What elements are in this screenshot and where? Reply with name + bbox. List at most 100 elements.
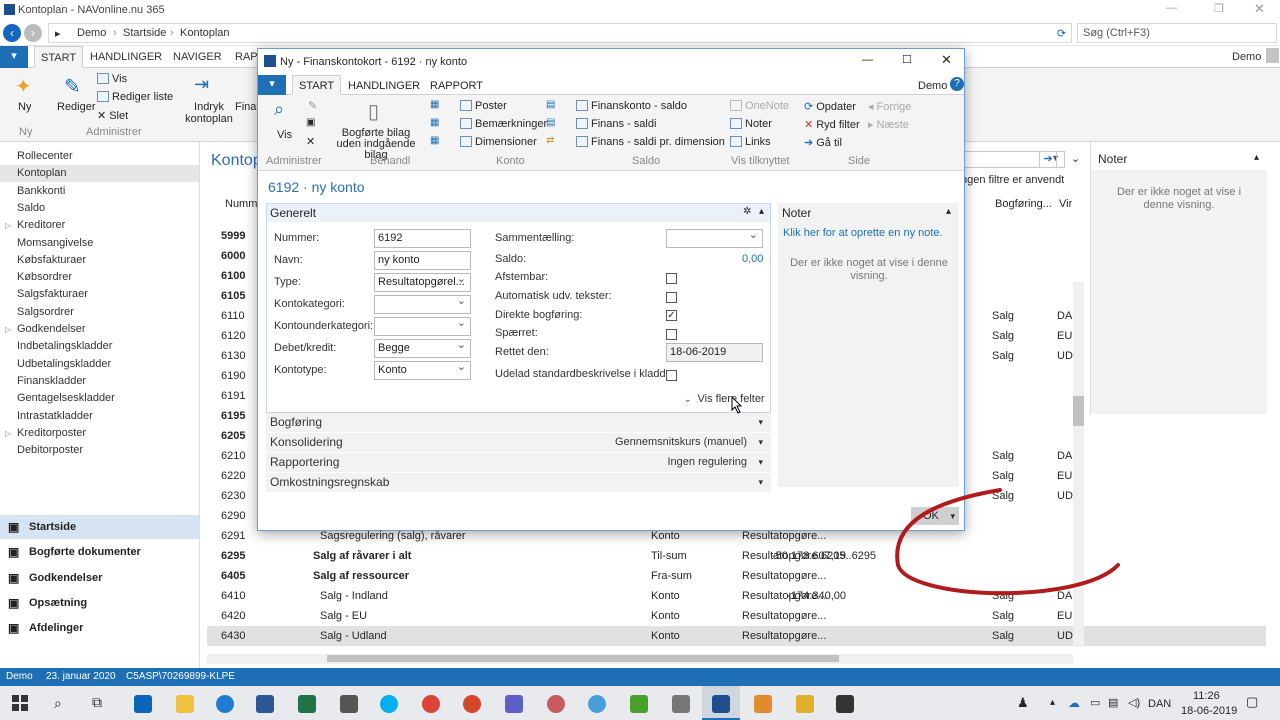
minimize-icon[interactable]: — [1166, 2, 1177, 14]
clock-time[interactable]: 11:26 [1193, 690, 1220, 702]
status-date[interactable]: 23. januar 2020 [46, 671, 116, 682]
status-company[interactable]: Demo [6, 671, 33, 682]
people-icon[interactable]: ♟ [1017, 695, 1029, 711]
autotekst-checkbox[interactable] [666, 292, 677, 303]
sidebar-item[interactable]: Kontoplan [0, 165, 199, 183]
table-row[interactable]: 6430 Salg - Udland Konto Resultatopgøre.… [207, 626, 1266, 646]
kontounderkategori-select[interactable] [374, 317, 471, 336]
outlook-icon[interactable] [134, 695, 152, 713]
sidebar-item[interactable]: Indbetalingskladder [0, 338, 199, 355]
dimensions-button[interactable]: Dimensioner [460, 136, 537, 148]
sidebar-item[interactable]: Finanskladder [0, 373, 199, 390]
refresh-icon[interactable]: ⟳ [1057, 27, 1066, 40]
collapse-icon[interactable]: ▴ [759, 206, 764, 217]
sidebar-section-2[interactable]: ▣ Godkendelser [0, 566, 199, 590]
help-icon[interactable] [1266, 48, 1279, 63]
tab-naviger[interactable]: NAVIGER [173, 51, 222, 63]
breadcrumb-startside[interactable]: Startside [123, 27, 166, 39]
section-bogforing[interactable]: Bogføring ▾ [266, 413, 771, 432]
volume-icon[interactable]: ◁) [1128, 696, 1140, 709]
dynamics-nav-icon[interactable] [712, 695, 730, 713]
dialog-tab-rapport[interactable]: RAPPORT [430, 80, 483, 92]
sammentaelling-field[interactable] [666, 229, 763, 248]
section-omkostningsregnskab[interactable]: Omkostningsregnskab ▾ [266, 473, 771, 492]
edge-icon[interactable] [216, 695, 234, 713]
dialog-help-icon[interactable]: ? [950, 77, 964, 91]
udelad-checkbox[interactable] [666, 370, 677, 381]
indent-button[interactable]: Indryk kontoplan [184, 101, 234, 125]
notes-button[interactable]: Noter [730, 118, 772, 130]
tray-chevron-icon[interactable]: ▴ [1050, 697, 1055, 708]
sidebar-item[interactable]: Salgsfakturaer [0, 286, 199, 303]
paint-icon[interactable] [547, 695, 565, 713]
section-rapportering[interactable]: Rapportering Ingen regulering ▾ [266, 453, 771, 472]
collapse-icon[interactable]: ▴ [946, 206, 951, 217]
show-more-fields[interactable]: ⌄ Vis flere felter [684, 393, 765, 405]
chrome-icon[interactable] [422, 695, 440, 713]
sidebar-item[interactable]: Salgsordrer [0, 304, 199, 321]
breadcrumb-kontoplan[interactable]: Kontoplan [180, 27, 230, 39]
collapse-filter-icon[interactable]: ⌄ [1071, 152, 1080, 165]
direkte-checkbox[interactable]: ✓ [666, 310, 677, 321]
sidebar-item[interactable]: Bankkonti [0, 183, 199, 200]
dialog-app-menu[interactable]: ▾ [258, 75, 286, 95]
column-nummer[interactable]: Numm [225, 198, 257, 210]
goto-button[interactable]: ➔ Gå til [804, 136, 842, 149]
network-icon[interactable]: ▤ [1108, 696, 1118, 709]
general-header[interactable]: Generelt ✲ ▴ [267, 204, 770, 222]
kontotype-select[interactable]: Konto [374, 361, 471, 380]
list-icon-3[interactable]: ⇄ [546, 135, 554, 146]
list-icon-1[interactable]: ▤ [546, 99, 555, 110]
notifications-icon[interactable]: ▢ [1246, 694, 1258, 710]
app-icon-14[interactable] [754, 695, 772, 713]
personalize-icon[interactable]: ✲ [743, 206, 751, 217]
next-button[interactable]: ▸ Næste [868, 118, 909, 131]
action-icon-2[interactable]: ▦ [430, 117, 439, 128]
dialog-minimize-icon[interactable]: — [862, 54, 873, 66]
sidebar-item[interactable]: Købsfakturaer [0, 252, 199, 269]
maximize-icon[interactable]: ❐ [1214, 2, 1224, 15]
edit-pencil-icon[interactable]: ✎ [308, 99, 317, 112]
new-button[interactable]: Ny [18, 101, 31, 113]
powerpoint-icon[interactable] [463, 695, 481, 713]
spaerret-checkbox[interactable] [666, 329, 677, 340]
dialog-maximize-icon[interactable]: ☐ [902, 53, 912, 66]
teams-meeting-icon[interactable] [340, 695, 358, 713]
excel-icon[interactable] [298, 695, 316, 713]
sidebar-item[interactable]: Rollecenter [0, 148, 199, 165]
dialog-view-button[interactable]: Vis [277, 129, 292, 141]
clear-filter-button[interactable]: ✕ Ryd filter [804, 118, 860, 131]
tab-start[interactable]: START [34, 46, 84, 68]
debet-kredit-select[interactable]: Begge [374, 339, 471, 358]
hscroll-thumb[interactable] [327, 655, 839, 662]
view-button[interactable]: Vis [97, 73, 127, 85]
list-icon-2[interactable]: ▤ [546, 117, 555, 128]
afstembar-checkbox[interactable] [666, 273, 677, 284]
sidebar-item[interactable]: Saldo [0, 200, 199, 217]
sidebar-item[interactable]: ▷ Godkendelser [0, 321, 199, 338]
search-input[interactable]: Søg (Ctrl+F3) [1077, 23, 1277, 43]
forward-icon[interactable]: › [24, 24, 42, 42]
close-icon[interactable]: ✕ [1254, 1, 1265, 17]
action-icon-1[interactable]: ▦ [430, 99, 439, 110]
entries-button[interactable]: Poster [460, 100, 507, 112]
sidebar-section-0[interactable]: ▣ Startside [0, 515, 199, 539]
language-indicator[interactable]: DAN [1148, 698, 1171, 710]
word-icon[interactable] [256, 695, 274, 713]
clock-date[interactable]: 18-06-2019 [1181, 705, 1237, 717]
sidebar-item[interactable]: Udbetalingskladder [0, 356, 199, 373]
collapse-icon[interactable]: ▴ [1254, 152, 1259, 163]
skype-icon[interactable] [380, 695, 398, 713]
scrollbar-thumb[interactable] [1073, 396, 1084, 426]
sidebar-item[interactable]: ▷ Kreditorposter [0, 425, 199, 442]
nummer-field[interactable]: 6192 [374, 229, 471, 248]
sidebar-item[interactable]: Debitorposter [0, 442, 199, 459]
app-menu-button[interactable]: ▾ [0, 46, 28, 68]
search-icon[interactable]: ⌕ [54, 695, 62, 712]
action-icon-3[interactable]: ▦ [430, 135, 439, 146]
delete-x-icon[interactable]: ✕ [306, 135, 315, 148]
refresh-button[interactable]: ⟳ Opdater [804, 100, 856, 113]
comments-button[interactable]: Bemærkninger [460, 118, 547, 130]
battery-icon[interactable]: ▭ [1090, 696, 1100, 709]
sidebar-section-3[interactable]: ▣ Opsætning [0, 591, 199, 615]
